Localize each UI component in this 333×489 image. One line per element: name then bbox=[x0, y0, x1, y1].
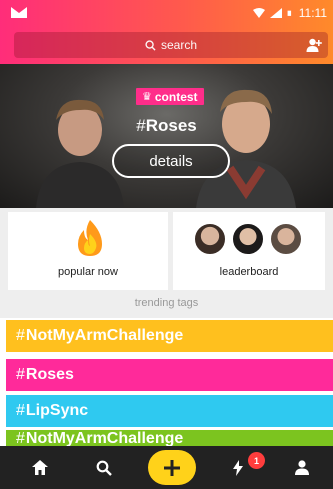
tag-label: NotMyArmChallenge bbox=[25, 327, 184, 344]
leaderboard-label: leaderboard bbox=[219, 266, 279, 278]
search-icon bbox=[96, 460, 112, 476]
contest-hashtag-text: Roses bbox=[145, 116, 197, 135]
notification-badge: 1 bbox=[248, 452, 265, 469]
nav-profile[interactable] bbox=[282, 446, 322, 489]
add-user-icon[interactable] bbox=[306, 37, 322, 53]
trending-tag-lipsync[interactable]: # LipSync bbox=[6, 395, 333, 427]
nav-home[interactable] bbox=[20, 446, 60, 489]
popular-now-card[interactable]: popular now bbox=[8, 212, 168, 290]
battery-icon bbox=[287, 10, 291, 16]
trending-tags-heading: trending tags bbox=[0, 292, 333, 318]
create-button[interactable] bbox=[148, 450, 196, 485]
person-left-image bbox=[36, 99, 124, 208]
search-placeholder: search bbox=[160, 38, 198, 52]
contest-label: contest bbox=[154, 89, 198, 104]
tag-label: LipSync bbox=[25, 402, 89, 419]
contest-badge: ♛ contest bbox=[136, 88, 204, 105]
avatar bbox=[193, 222, 227, 256]
fire-icon bbox=[78, 220, 102, 256]
search-icon bbox=[145, 39, 156, 51]
status-bar: 11:11 bbox=[0, 0, 333, 26]
signal-icon bbox=[269, 8, 282, 18]
popular-now-label: popular now bbox=[58, 266, 118, 278]
plus-icon bbox=[164, 459, 180, 476]
contest-hashtag: #Roses bbox=[136, 116, 197, 135]
header: 11:11 search bbox=[0, 0, 333, 64]
avatar bbox=[231, 222, 265, 256]
lightning-icon bbox=[233, 459, 243, 476]
crown-icon: ♛ bbox=[142, 91, 152, 103]
feature-cards: popular now leaderboard bbox=[0, 208, 333, 292]
home-icon bbox=[32, 460, 48, 475]
bottom-nav bbox=[0, 446, 333, 489]
trending-tag-notmyarmchallenge[interactable]: # NotMyArmChallenge bbox=[6, 320, 333, 352]
status-indicators: 11:11 bbox=[252, 6, 327, 20]
avatar bbox=[269, 222, 303, 256]
nav-search[interactable] bbox=[84, 446, 124, 489]
details-button[interactable]: details bbox=[112, 144, 230, 178]
status-time: 11:11 bbox=[298, 6, 327, 20]
profile-icon bbox=[295, 460, 309, 475]
search-bar[interactable]: search bbox=[14, 32, 328, 58]
leaderboard-card[interactable]: leaderboard bbox=[173, 212, 325, 290]
app-logo-icon bbox=[11, 7, 27, 18]
tag-label: Roses bbox=[25, 366, 74, 383]
leaderboard-avatars bbox=[193, 222, 313, 258]
contest-banner[interactable]: ♛ contest #Roses details bbox=[0, 64, 333, 208]
wifi-icon bbox=[252, 8, 265, 18]
trending-tag-roses[interactable]: # Roses bbox=[6, 359, 333, 391]
